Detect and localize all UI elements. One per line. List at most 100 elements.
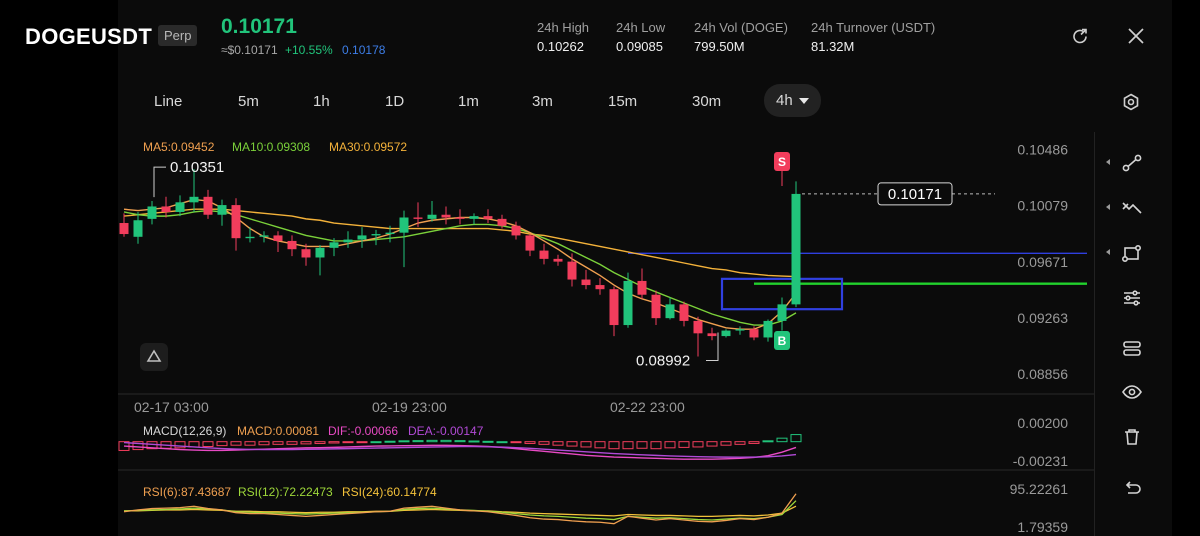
candle-body <box>679 304 689 321</box>
contract-type-badge: Perp <box>158 25 198 46</box>
macd-histogram-bar <box>398 440 410 443</box>
y-tick-label: 0.09263 <box>1017 310 1068 326</box>
stat-label: 24h High <box>537 20 590 35</box>
expand-arrow-icon <box>1106 249 1110 255</box>
chart-logo-button[interactable] <box>140 343 168 371</box>
candle-body <box>399 217 409 233</box>
timeframe-30m[interactable]: 30m <box>692 93 721 110</box>
macd-histogram-bar <box>230 441 242 446</box>
caret-down-icon <box>798 98 809 105</box>
line-tool-icon[interactable] <box>1116 147 1148 179</box>
stat-24h-high: 24h High 0.10262 <box>537 20 589 54</box>
macd-histogram-bar <box>692 441 704 448</box>
expand-arrow-icon <box>1106 204 1110 210</box>
timeframe-1m[interactable]: 1m <box>458 93 479 110</box>
macd-histogram-bar <box>300 441 312 445</box>
indicator-settings-icon[interactable] <box>1116 282 1148 314</box>
charts-area[interactable]: DOGEUSDT 0.104860.100790.096710.092630.0… <box>0 132 1094 536</box>
delete-icon[interactable] <box>1116 421 1148 453</box>
candle-body <box>357 235 367 240</box>
macd-legend-label: DEA:-0.00147 <box>408 424 484 438</box>
expand-arrow-icon <box>1106 159 1110 165</box>
stat-24h-low: 24h Low 0.09085 <box>616 20 665 54</box>
macd-histogram-bar <box>720 441 732 446</box>
stat-label: 24h Vol (DOGE) <box>694 20 788 35</box>
macd-histogram-bar <box>482 440 494 443</box>
candle-body <box>707 333 717 337</box>
timeframe-3m[interactable]: 3m <box>532 93 553 110</box>
candle-body <box>553 258 563 262</box>
candle-body <box>721 330 731 337</box>
rsi-y-tick-label: 95.22261 <box>1010 481 1069 497</box>
ma-legend-label: MA30:0.09572 <box>329 140 407 154</box>
timeframe-4h-label: 4h <box>776 92 793 109</box>
macd-legend-label: DIF:-0.00066 <box>328 424 398 438</box>
candle-body <box>315 247 325 258</box>
macd-histogram-bar <box>552 441 564 446</box>
macd-histogram-bar <box>342 441 354 444</box>
candle-body <box>441 214 451 218</box>
last-price: 0.10171 <box>221 15 297 38</box>
template-icon[interactable] <box>1116 332 1148 364</box>
macd-histogram-bar <box>678 441 690 448</box>
candle-body <box>665 304 675 319</box>
candle-body <box>119 223 129 235</box>
rsi-legend-label: RSI(12):72.22473 <box>238 485 333 499</box>
macd-histogram-bar <box>776 437 788 443</box>
macd-histogram-bar <box>622 441 634 450</box>
close-icon[interactable] <box>1126 26 1146 46</box>
macd-histogram-bar <box>496 441 508 444</box>
macd-legend-label: MACD:0.00081 <box>237 424 319 438</box>
macd-histogram-bar <box>748 441 760 444</box>
timeframe-line[interactable]: Line <box>154 93 182 110</box>
candle-body <box>385 232 395 235</box>
candle-body <box>581 279 591 286</box>
y-tick-label: 0.08856 <box>1017 366 1068 382</box>
macd-histogram-bar <box>706 441 718 447</box>
undo-icon[interactable] <box>1116 472 1148 504</box>
candle-body <box>175 202 185 212</box>
timeframe-4h-selector[interactable]: 4h <box>764 84 821 117</box>
y-tick-label: 0.10486 <box>1017 141 1068 157</box>
low-price-annotation: 0.08992 <box>636 352 690 369</box>
ma-legend-label: MA5:0.09452 <box>143 140 215 154</box>
chart-settings-icon[interactable] <box>1121 92 1141 112</box>
candle-body <box>133 220 143 237</box>
macd-histogram-bar <box>384 440 396 443</box>
trend-tool-icon[interactable] <box>1116 192 1148 224</box>
share-icon[interactable] <box>1070 26 1090 46</box>
candle-body <box>329 242 339 248</box>
shape-tool-icon[interactable] <box>1116 237 1148 269</box>
timeframe-5m[interactable]: 5m <box>238 93 259 110</box>
macd-histogram-bar <box>244 441 256 446</box>
macd-histogram-bar <box>566 441 578 447</box>
macd-histogram-bar <box>468 440 480 443</box>
macd-y-tick-label: -0.00231 <box>1013 453 1068 469</box>
candle-body <box>301 249 311 258</box>
visibility-icon[interactable] <box>1116 376 1148 408</box>
timeframe-15m[interactable]: 15m <box>608 93 637 110</box>
candle-body <box>623 280 633 326</box>
timeframe-1d[interactable]: 1D <box>385 93 404 110</box>
macd-histogram-bar <box>440 439 452 443</box>
candle-body <box>455 217 465 219</box>
candle-body <box>217 205 227 215</box>
candle-body <box>735 329 745 331</box>
macd-histogram-bar <box>664 441 676 449</box>
macd-histogram-bar <box>286 441 298 445</box>
candle-body <box>203 196 213 215</box>
macd-histogram-bar <box>510 441 522 444</box>
macd-histogram-bar <box>356 441 368 444</box>
candle-body <box>693 320 703 334</box>
macd-histogram-bar <box>426 439 438 443</box>
candle-body <box>343 239 353 243</box>
macd-histogram-bar <box>314 441 326 444</box>
timeframe-1h[interactable]: 1h <box>313 93 330 110</box>
candle-body <box>189 196 199 203</box>
candle-body <box>147 206 157 219</box>
stat-24h-turnover: 24h Turnover (USDT) 81.32M <box>811 20 935 54</box>
candle-body <box>791 193 801 305</box>
candle-body <box>483 216 493 219</box>
symbol-title[interactable]: DOGEUSDT <box>25 24 152 50</box>
macd-histogram-bar <box>608 441 620 450</box>
